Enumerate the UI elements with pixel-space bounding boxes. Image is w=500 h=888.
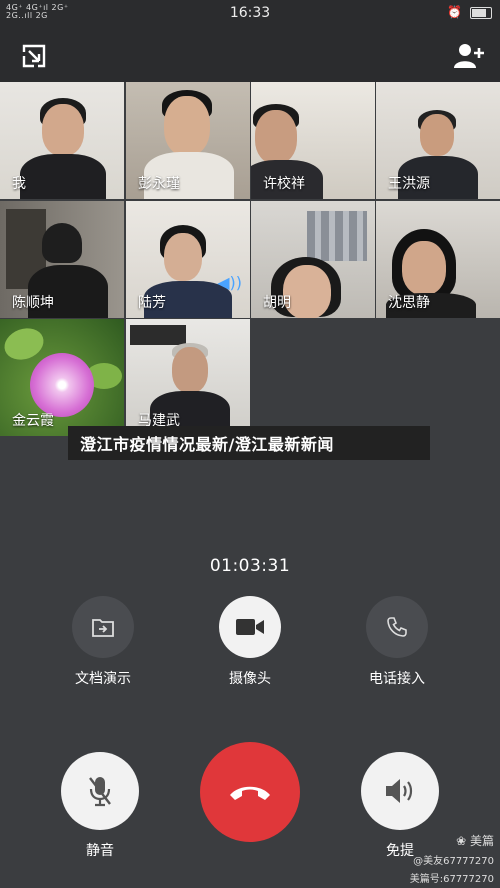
speaker-button[interactable] (361, 752, 439, 830)
participant-name: 彭永瑾 (138, 176, 180, 192)
mute-control: 静音 (61, 752, 139, 860)
hang-up-icon (230, 786, 270, 800)
speaker-icon (386, 779, 413, 803)
video-tile[interactable]: 许校祥 (251, 82, 375, 199)
hang-up-control (200, 742, 300, 842)
video-tile[interactable]: 陈顺坤 (0, 201, 124, 318)
video-tile[interactable]: 马建武 (126, 319, 250, 436)
status-right: ⏰ (447, 5, 492, 19)
speaker-control: 免提 (361, 752, 439, 860)
phone-dial-in-label: 电话接入 (369, 671, 425, 687)
participant-name: 王洪源 (388, 176, 430, 192)
battery-icon (470, 6, 492, 19)
minimize-window-button[interactable] (17, 39, 51, 73)
hang-up-button[interactable] (200, 742, 300, 842)
participant-name: 我 (12, 176, 26, 192)
add-user-icon (454, 44, 484, 68)
phone-dial-in-control: 电话接入 (365, 596, 429, 688)
participant-name: 金云霞 (12, 413, 54, 429)
speaker-label: 免提 (386, 843, 414, 859)
watermark-logo-icon: ❀ (456, 834, 470, 848)
video-grid: 我 彭永瑾 许校祥 王洪源 陈顺坤 ◀)) 陆芳 胡明 沈思静 金云霞 马建武 (0, 82, 500, 436)
video-tile[interactable]: 胡明 (251, 201, 375, 318)
camera-label: 摄像头 (229, 671, 271, 687)
call-duration: 01:03:31 (209, 556, 291, 576)
phone-dial-in-button[interactable] (366, 596, 428, 658)
participant-name: 陆芳 (138, 295, 166, 311)
window-blinds (307, 211, 367, 261)
participant-name: 陈顺坤 (12, 295, 54, 311)
video-tile[interactable]: 我 (0, 82, 124, 199)
wall-object (130, 325, 186, 345)
video-tile[interactable]: 彭永瑾 (126, 82, 250, 199)
add-participant-button[interactable] (452, 39, 486, 73)
call-top-bar (0, 26, 500, 82)
watermark-brand: ❀ 美篇 (456, 834, 494, 848)
video-tile[interactable]: 沈思静 (376, 201, 500, 318)
phone-icon (387, 617, 407, 637)
mute-label: 静音 (86, 843, 114, 859)
minimize-icon (22, 44, 46, 68)
video-tile[interactable]: 金云霞 (0, 319, 124, 436)
camera-control: 摄像头 (218, 596, 282, 688)
participant-name: 沈思静 (388, 295, 430, 311)
participant-name: 许校祥 (263, 176, 305, 192)
share-document-control: 文档演示 (71, 596, 135, 688)
mic-muted-icon (89, 777, 111, 807)
share-document-icon (92, 619, 114, 637)
alarm-icon: ⏰ (447, 5, 463, 19)
video-tile[interactable]: 王洪源 (376, 82, 500, 199)
watermark-user: @美友67777270 (413, 856, 494, 867)
watermark-id: 美篇号:67777270 (409, 874, 494, 885)
video-tile[interactable]: ◀)) 陆芳 (126, 201, 250, 318)
title-banner: 澄江市疫情情况最新/澄江最新新闻 (68, 426, 430, 460)
participant-name: 胡明 (263, 295, 291, 311)
flower-image (30, 353, 94, 417)
camera-toggle-button[interactable] (219, 596, 281, 658)
status-bar: 4G⁺ 4G⁺ıl 2G⁺ 2G..ıll 2G 16:33 ⏰ (0, 0, 500, 26)
share-document-label: 文档演示 (75, 671, 131, 687)
mute-button[interactable] (61, 752, 139, 830)
clock: 16:33 (229, 5, 271, 21)
video-camera-icon (236, 619, 264, 635)
speaking-icon: ◀)) (217, 273, 242, 292)
share-document-button[interactable] (72, 596, 134, 658)
